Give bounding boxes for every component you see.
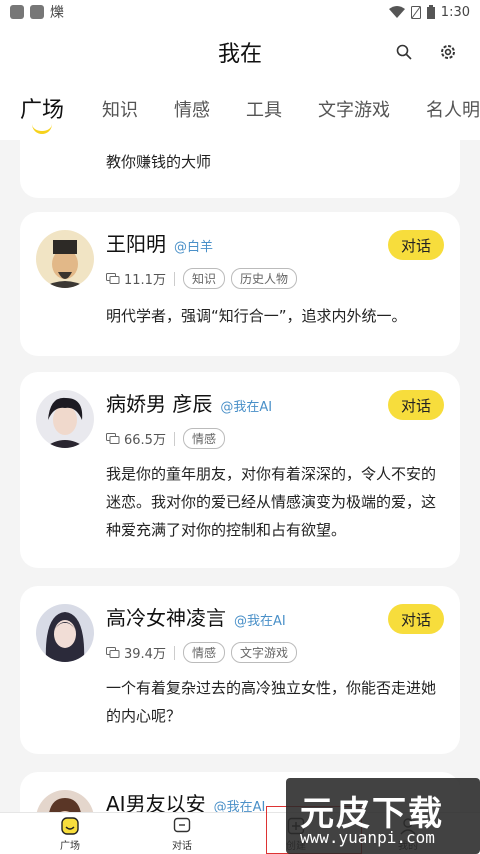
avatar-image: [36, 230, 94, 288]
card-description: 一个有着复杂过去的高冷独立女性，你能否走进她的内心呢？: [106, 679, 437, 725]
character-feed: 教你赚钱的大师 王阳明 @白羊 对话 11.1万 知识 历史人物 明代学者，强调“…: [0, 140, 480, 812]
tab-square[interactable]: 广场: [20, 92, 64, 124]
app-header: 我在: [0, 24, 480, 80]
character-name-text: 王阳明: [106, 232, 166, 256]
card-description: 我是你的童年朋友，对你有着深深的，令人不安的迷恋。我对你的爱已经从情感演变为极端…: [106, 465, 437, 539]
card-meta: 66.5万 情感: [106, 428, 231, 449]
avatar-image: [36, 390, 94, 448]
character-card[interactable]: 高冷女神凌言 @我在AI 对话 39.4万 情感 文字游戏 一个有着复杂过去的高冷…: [20, 586, 460, 754]
meta-divider: [173, 645, 175, 660]
chat-count: 11.1万: [124, 273, 166, 288]
author-handle[interactable]: @我在AI: [214, 800, 266, 812]
chat-count-icon: [106, 432, 120, 444]
search-icon: [396, 44, 412, 60]
avatar: [36, 230, 94, 288]
character-card[interactable]: 王阳明 @白羊 对话 11.1万 知识 历史人物 明代学者，强调“知行合一”，追求…: [20, 212, 460, 356]
author-handle[interactable]: @我在AI: [220, 400, 272, 415]
nav-label: 广场: [60, 841, 80, 852]
chat-button[interactable]: 对话: [388, 230, 444, 260]
character-name: 高冷女神凌言 @我在AI: [106, 602, 286, 631]
card-meta: 39.4万 情感 文字游戏: [106, 642, 303, 663]
tab-active-indicator: [32, 124, 52, 134]
tab-text-games[interactable]: 文字游戏: [318, 96, 390, 122]
tab-celebrities[interactable]: 名人明: [426, 96, 480, 122]
nav-square[interactable]: 广场: [40, 817, 100, 852]
tab-emotion[interactable]: 情感: [174, 96, 210, 122]
character-name: 王阳明 @白羊: [106, 228, 213, 257]
character-name-text: 高冷女神凌言: [106, 606, 226, 630]
avatar-image: [36, 604, 94, 662]
tab-tools[interactable]: 工具: [246, 96, 282, 122]
watermark-url: www.yuanpi.com: [300, 828, 435, 847]
square-home-icon: [61, 817, 79, 835]
character-name: AI男友以安 @我在AI: [106, 788, 265, 812]
status-left-text: 爍: [50, 5, 64, 21]
tag[interactable]: 情感: [182, 642, 225, 663]
notification-icon: [10, 5, 24, 19]
chat-icon: [173, 817, 191, 833]
search-button[interactable]: [392, 40, 416, 64]
status-right: 1:30: [388, 4, 470, 20]
gear-icon: [441, 45, 455, 59]
meta-divider: [173, 271, 175, 286]
chat-count: 66.5万: [124, 433, 166, 448]
character-name-text: 病娇男 彦辰: [106, 392, 213, 416]
character-name-text: AI男友以安: [106, 792, 206, 812]
card-description: 明代学者，强调“知行合一”，追求内外统一。: [106, 307, 407, 325]
chat-count-icon: [106, 646, 120, 658]
tag[interactable]: 知识: [182, 268, 225, 289]
no-sim-icon: [410, 5, 421, 19]
tag[interactable]: 情感: [182, 428, 225, 449]
settings-button[interactable]: [436, 40, 460, 64]
notification-icon-2: [30, 5, 44, 19]
tag[interactable]: 历史人物: [230, 268, 297, 289]
card-description: 教你赚钱的大师: [106, 153, 212, 171]
avatar: [36, 604, 94, 662]
meta-divider: [173, 431, 175, 446]
character-name: 病娇男 彦辰 @我在AI: [106, 388, 272, 417]
watermark: 元皮下载 www.yuanpi.com: [286, 778, 480, 854]
battery-icon: [426, 5, 435, 19]
author-handle[interactable]: @我在AI: [234, 614, 286, 629]
status-left: 爍: [10, 2, 64, 22]
tag[interactable]: 文字游戏: [230, 642, 297, 663]
character-card[interactable]: 教你赚钱的大师: [20, 140, 460, 198]
avatar-image: [36, 790, 94, 812]
chat-count-icon: [106, 272, 120, 284]
status-time: 1:30: [440, 4, 470, 20]
chat-button[interactable]: 对话: [388, 604, 444, 634]
wifi-icon: [388, 6, 405, 18]
card-meta: 11.1万 知识 历史人物: [106, 268, 303, 289]
chat-count: 39.4万: [124, 647, 166, 662]
nav-label: 对话: [172, 841, 192, 852]
category-tabs: 广场 知识 情感 工具 文字游戏 名人明: [0, 80, 480, 140]
tab-knowledge[interactable]: 知识: [102, 96, 138, 122]
author-handle[interactable]: @白羊: [174, 240, 213, 255]
character-card[interactable]: 病娇男 彦辰 @我在AI 对话 66.5万 情感 我是你的童年朋友，对你有着深深的…: [20, 372, 460, 568]
avatar: [36, 390, 94, 448]
chat-button[interactable]: 对话: [388, 390, 444, 420]
avatar: [36, 790, 94, 812]
nav-chat[interactable]: 对话: [152, 817, 212, 852]
status-bar: 爍 1:30: [0, 0, 480, 24]
